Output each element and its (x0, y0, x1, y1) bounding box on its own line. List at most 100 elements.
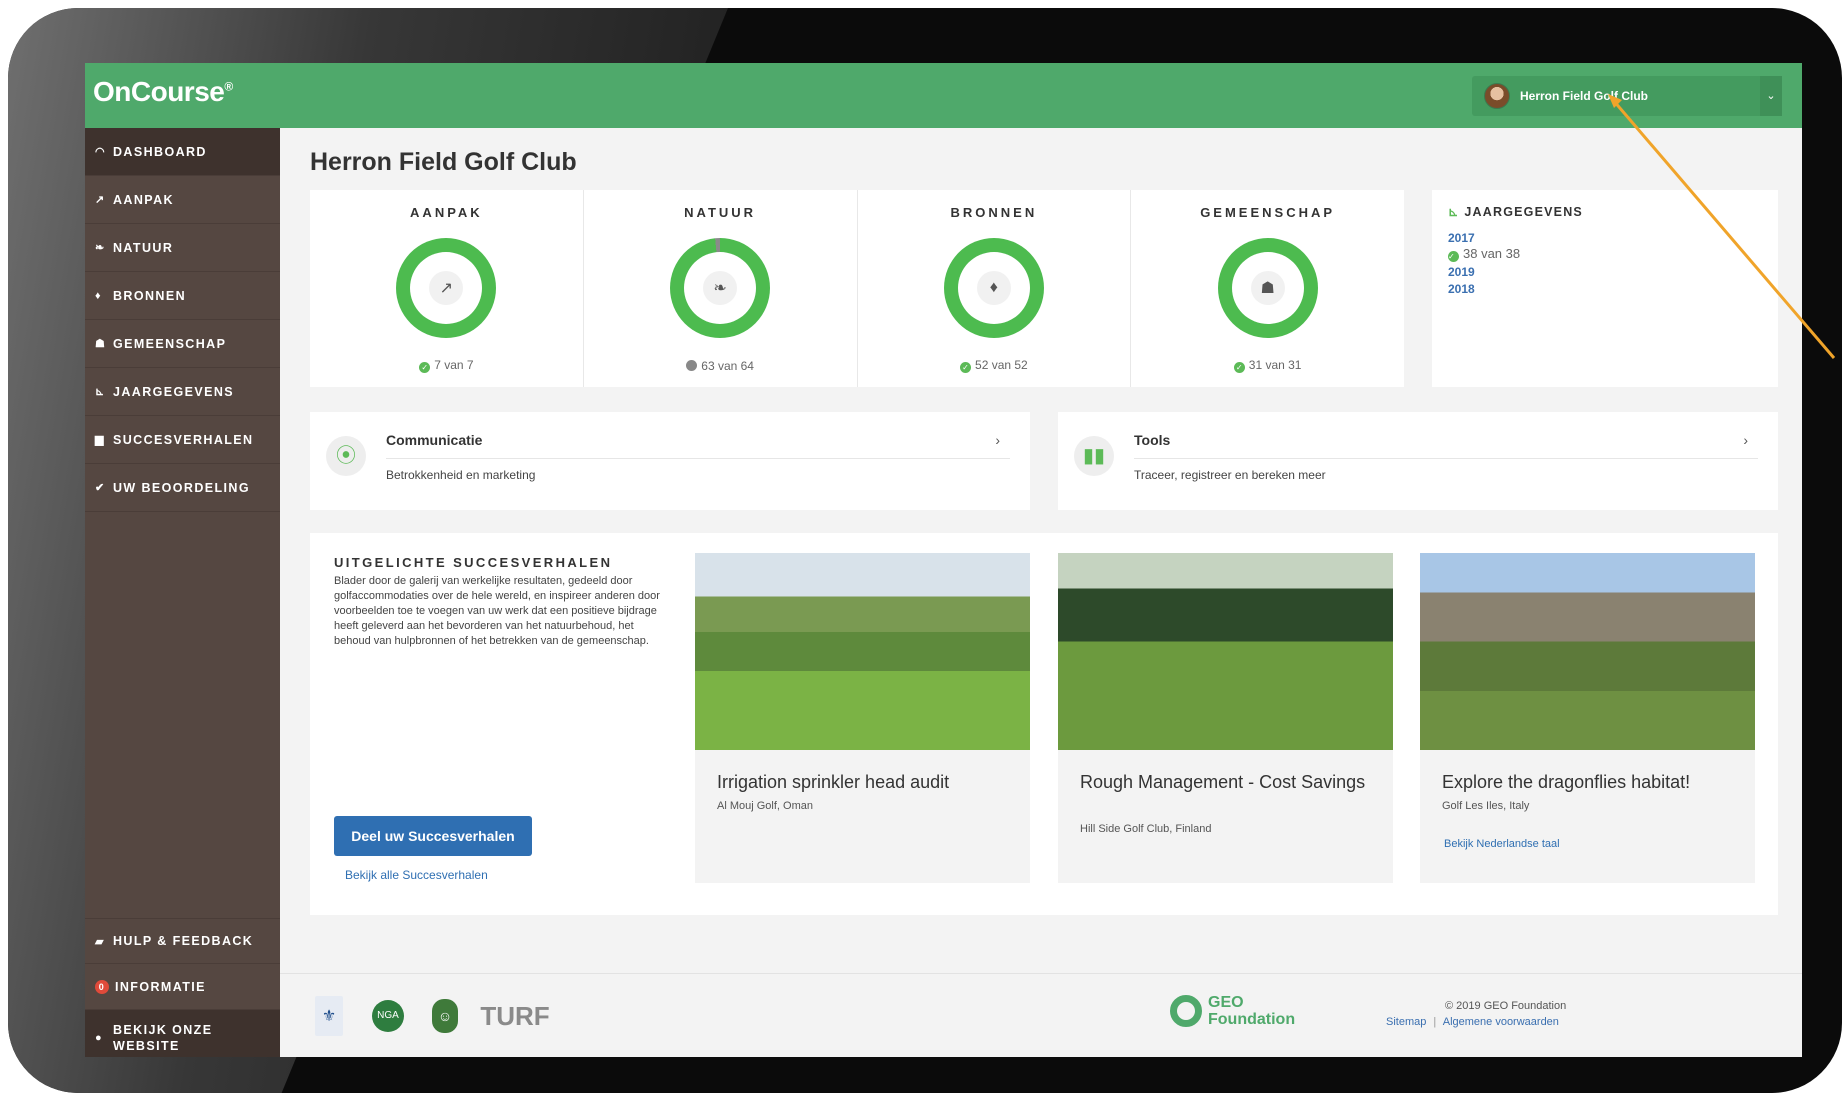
sidebar-item-jaargegevens[interactable]: ⊾ JAARGEGEVENS (85, 368, 280, 416)
copyright: © 2019 GEO Foundation (1445, 1000, 1567, 1012)
sidebar-item-label: SUCCESVERHALEN (113, 432, 254, 447)
sidebar-item-bronnen[interactable]: ♦ BRONNEN (85, 272, 280, 320)
card-description: Traceer, registreer en bereken meer (1134, 468, 1326, 482)
sidebar-item-dashboard[interactable]: ◠ DASHBOARD (85, 128, 280, 176)
footer-separator: | (1433, 1016, 1437, 1028)
check-icon: ✓ (960, 362, 972, 373)
sidebar-item-help[interactable]: ▰ HULP & FEEDBACK (85, 918, 280, 964)
stat-gemeenschap[interactable]: GEMEENSCHAP ☗ ✓ 31 van 31 (1131, 190, 1404, 387)
chat-icon: ▰ (95, 935, 105, 948)
sidebar-item-label: DASHBOARD (113, 144, 207, 159)
story-location: Al Mouj Golf, Oman (717, 800, 813, 812)
year-card-title: JAARGEGEVENS (1464, 205, 1583, 219)
user-name: Herron Field Golf Club (1520, 89, 1648, 103)
stat-label: GEMEENSCHAP (1200, 205, 1336, 220)
stat-count: 52 van 52 (975, 358, 1028, 372)
sidebar-item-label: GEMEENSCHAP (113, 336, 227, 351)
sidebar-item-gemeenschap[interactable]: ☗ GEMEENSCHAP (85, 320, 280, 368)
sidebar-item-label: BRONNEN (113, 288, 186, 303)
featured-stories: UITGELICHTE SUCCESVERHALEN Blader door d… (310, 533, 1778, 915)
partner-logo-turf: TURF (480, 1000, 550, 1031)
community-icon: ☗ (1250, 271, 1285, 305)
sidebar-item-label: INFORMATIE (115, 979, 206, 994)
year-link-2017[interactable]: 2017 (1448, 231, 1762, 245)
sidebar-item-aanpak[interactable]: ↗ AANPAK (85, 176, 280, 224)
main-content: Herron Field Golf Club AANPAK ↗ ✓ 7 van 7… (280, 128, 1802, 1057)
sidebar-item-website[interactable]: ● BEKIJK ONZE WEBSITE (85, 1010, 280, 1057)
story-card[interactable]: Explore the dragonflies habitat! Golf Le… (1420, 553, 1755, 883)
partner-logo-r-and-a: ☺ (430, 996, 460, 1036)
notification-badge: 0 (95, 979, 109, 994)
story-card[interactable]: Rough Management - Cost Savings Hill Sid… (1058, 553, 1393, 883)
progress-ring: ↗ (396, 238, 497, 338)
page-title: Herron Field Golf Club (310, 148, 577, 176)
stat-bronnen[interactable]: BRONNEN ♦ ✓ 52 van 52 (858, 190, 1132, 387)
sidebar: ◠ DASHBOARD ↗ AANPAK ❧ NATUUR ♦ BRONNEN ☗ GEM… (85, 128, 280, 1057)
broadcast-icon: ⦿ (326, 436, 366, 476)
year-link-2019[interactable]: 2019 (1448, 265, 1762, 279)
sidebar-item-label: UW BEOORDELING (113, 480, 250, 495)
info-icon: ● (95, 1031, 104, 1044)
sidebar-item-beoordeling[interactable]: ✔ UW BEOORDELING (85, 464, 280, 512)
chart-icon: ⊾ (95, 386, 106, 398)
sidebar-item-label: AANPAK (113, 192, 174, 207)
communicatie-card[interactable]: ⦿ Communicatie Betrokkenheid en marketin… (310, 412, 1030, 510)
progress-ring: ☗ (1217, 238, 1318, 338)
story-image (1058, 553, 1393, 750)
aanpak-icon: ↗ (95, 194, 106, 206)
share-stories-button[interactable]: Deel uw Succesverhalen (334, 816, 532, 856)
sidebar-item-label: JAARGEGEVENS (113, 384, 234, 399)
pending-dot-icon (686, 360, 698, 371)
terms-link[interactable]: Algemene voorwaarden (1443, 1016, 1559, 1028)
year-link-2018[interactable]: 2018 (1448, 282, 1762, 296)
stat-label: AANPAK (410, 205, 483, 220)
stories-heading: UITGELICHTE SUCCESVERHALEN (334, 555, 613, 570)
story-image (695, 553, 1030, 750)
partner-logo-nga: NGA (358, 996, 418, 1036)
chevron-down-icon[interactable]: ⌄ (1760, 76, 1782, 116)
story-translation-link[interactable]: Bekijk Nederlandse taal (1444, 838, 1560, 850)
card-description: Betrokkenheid en marketing (386, 468, 536, 482)
progress-ring: ❧ (670, 238, 771, 338)
year-data-card: ⊾ JAARGEGEVENS 2017 ✓ 38 van 38 2019 2018 (1432, 190, 1778, 387)
story-location: Golf Les Iles, Italy (1442, 800, 1530, 812)
year-count: 38 van 38 (1463, 246, 1521, 261)
sidebar-item-info[interactable]: 0 INFORMATIE (85, 964, 280, 1010)
sitemap-link[interactable]: Sitemap (1386, 1016, 1426, 1028)
leaf-icon: ❧ (95, 242, 106, 254)
drop-icon: ♦ (95, 289, 103, 302)
check-icon: ✓ (1448, 251, 1459, 262)
story-card[interactable]: Irrigation sprinkler head audit Al Mouj … (695, 553, 1030, 883)
all-stories-link[interactable]: Bekijk alle Succesverhalen (345, 868, 488, 882)
geo-foundation-logo[interactable]: GEO Foundation (1170, 994, 1295, 1028)
card-title: Communicatie (386, 432, 483, 448)
book-icon: ▆ (95, 434, 105, 446)
stat-natuur[interactable]: NATUUR ❧ 63 van 64 (584, 190, 858, 387)
progress-stats: AANPAK ↗ ✓ 7 van 7 NATUUR ❧ 63 van 64 BRO… (310, 190, 1404, 387)
story-title: Irrigation sprinkler head audit (717, 772, 950, 792)
story-location: Hill Side Golf Club, Finland (1080, 823, 1212, 835)
stories-intro: Blader door de galerij van werkelijke re… (334, 575, 660, 647)
community-icon: ☗ (95, 338, 107, 350)
card-title: Tools (1134, 432, 1171, 448)
story-image (1420, 553, 1755, 750)
story-title: Rough Management - Cost Savings (1080, 772, 1366, 792)
sidebar-item-succesverhalen[interactable]: ▆ SUCCESVERHALEN (85, 416, 280, 464)
geo-ring-icon (1170, 995, 1202, 1027)
sidebar-item-label: BEKIJK ONZE WEBSITE (113, 1022, 213, 1053)
dashboard-icon: ◠ (95, 146, 106, 158)
tools-card[interactable]: ▮▮ Tools Traceer, registreer en bereken … (1058, 412, 1778, 510)
chevron-right-icon: › (995, 432, 1000, 448)
stat-label: BRONNEN (950, 205, 1038, 220)
avatar (1484, 83, 1510, 109)
stat-label: NATUUR (684, 205, 757, 220)
stat-count: 7 van 7 (434, 358, 474, 372)
chart-icon: ⊾ (1448, 205, 1460, 219)
app-screen: OnCourse® Herron Field Golf Club ⌄ ◠ DASH… (85, 63, 1802, 1057)
user-menu[interactable]: Herron Field Golf Club ⌄ (1472, 76, 1782, 116)
sidebar-item-natuur[interactable]: ❧ NATUUR (85, 224, 280, 272)
drop-icon: ♦ (976, 271, 1011, 305)
chevron-right-icon: › (1743, 432, 1748, 448)
stat-aanpak[interactable]: AANPAK ↗ ✓ 7 van 7 (310, 190, 584, 387)
oncourse-logo[interactable]: OnCourse® (93, 76, 233, 108)
